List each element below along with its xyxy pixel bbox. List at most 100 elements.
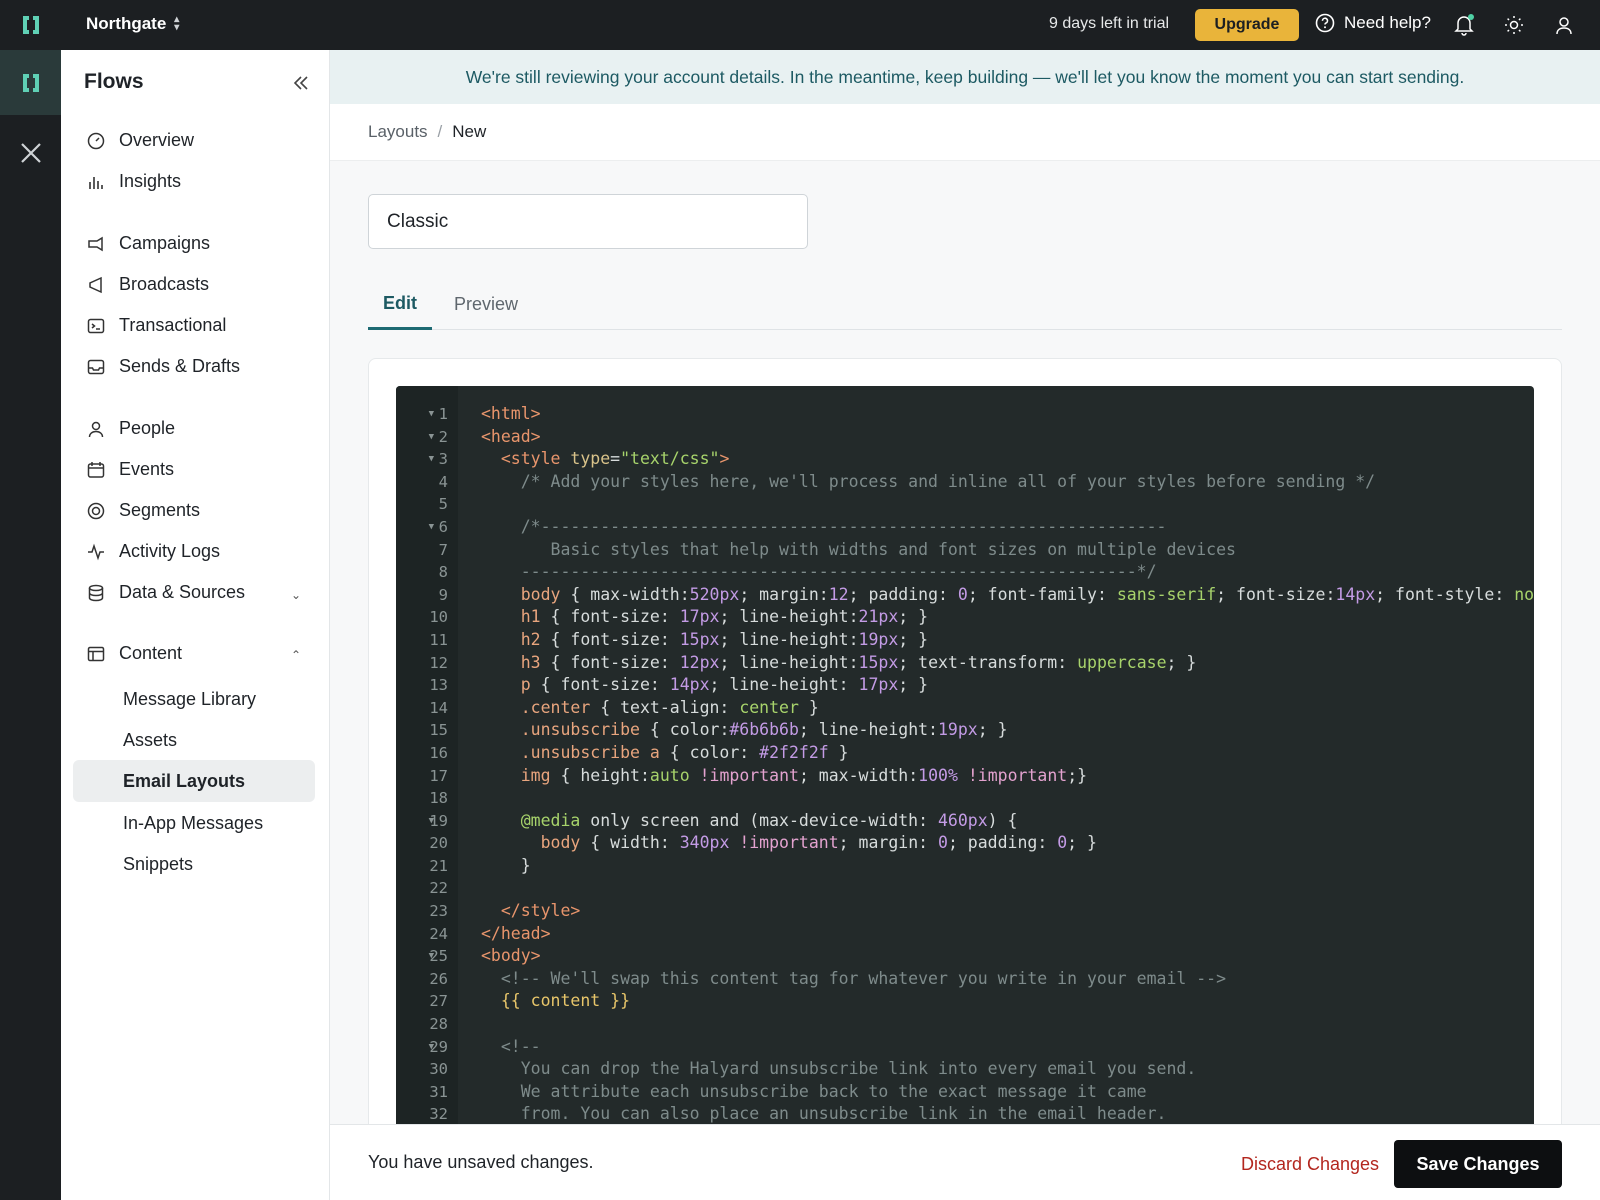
code-text: ----------------------------------------…	[481, 561, 1157, 584]
code-token: </style>	[500, 901, 581, 921]
code-line: 20 body { width: 340px !important; margi…	[396, 832, 1534, 855]
code-token: ; font-style:	[1375, 584, 1515, 604]
upgrade-button[interactable]: Upgrade	[1195, 9, 1299, 41]
layout-name-input[interactable]	[368, 194, 808, 249]
chevron-up-icon[interactable]: ⌃	[291, 648, 301, 662]
code-token: /*--------------------------------------…	[520, 516, 1167, 536]
app-logo[interactable]	[0, 0, 61, 50]
sidebar-item-segments[interactable]: Segments	[87, 500, 200, 521]
code-token: 17px	[858, 675, 899, 695]
line-number: 5	[438, 495, 448, 514]
line-number: 15	[429, 721, 448, 740]
sidebar-item-content[interactable]: Content	[87, 643, 182, 664]
code-token: .center	[520, 697, 591, 717]
sidebar-subitem-in-app-messages[interactable]: In-App Messages	[73, 802, 315, 844]
trial-status: 9 days left in trial	[1049, 15, 1170, 32]
code-token: #6b6b6b	[729, 720, 799, 740]
code-editor[interactable]: ▼ 1 <html> ▼ 2 <head> ▼ 3 <style type="text/css…	[396, 386, 1534, 1200]
sidebar-item-label: Sends & Drafts	[119, 356, 241, 376]
sidebar-subitem-snippets[interactable]: Snippets	[73, 843, 315, 885]
top-bar: Northgate ▴ ▾ 9 days left in trial Upgrad…	[0, 0, 1600, 50]
code-token: ; }	[898, 675, 929, 695]
code-token: only screen and (max-device-width:	[580, 810, 938, 830]
code-text: <style type="text/css">	[481, 448, 730, 471]
code-token: <!--	[500, 1036, 541, 1056]
code-line: 5	[396, 493, 1534, 516]
sidebar-item-data-sources[interactable]: Data & Sources	[87, 582, 245, 603]
sidebar-item-sends-drafts[interactable]: Sends & Drafts	[87, 356, 240, 377]
sidebar-item-overview[interactable]: Overview	[87, 130, 194, 151]
sidebar-subitem-message-library[interactable]: Message Library	[73, 678, 315, 720]
code-token: .unsubscribe	[520, 720, 640, 740]
sidebar-item-activity-logs[interactable]: Activity Logs	[87, 541, 220, 562]
overview-icon	[87, 132, 105, 150]
code-line: 14 .center { text-align: center }	[396, 697, 1534, 720]
line-number: 25	[429, 947, 448, 966]
sidebar-item-campaigns[interactable]: Campaigns	[87, 233, 210, 254]
sidebar-item-transactional[interactable]: Transactional	[87, 315, 226, 336]
code-token: !important	[699, 765, 799, 785]
notifications-button[interactable]	[1452, 13, 1476, 37]
save-changes-button[interactable]: Save Changes	[1394, 1140, 1562, 1188]
code-text: .unsubscribe { color:#6b6b6b; line-heigh…	[481, 719, 1008, 742]
code-token: 520px	[689, 584, 740, 604]
code-token: ) {	[987, 810, 1018, 830]
code-text: h2 { font-size: 15px; line-height:19px; …	[481, 629, 928, 652]
bell-icon	[1454, 14, 1474, 36]
sidebar-item-broadcasts[interactable]: Broadcasts	[87, 274, 209, 295]
workspace-switcher[interactable]: Northgate ▴ ▾	[86, 14, 179, 34]
code-line: 28	[396, 1013, 1534, 1036]
code-text: <!--	[481, 1036, 541, 1059]
code-token: 0	[938, 833, 948, 853]
line-number: 10	[429, 608, 448, 627]
code-line: 12 h3 { font-size: 12px; line-height:15p…	[396, 652, 1534, 675]
editor-tabs: Edit Preview	[368, 279, 1562, 330]
sidebar-subitem-email-layouts[interactable]: Email Layouts	[73, 760, 315, 802]
code-line: 8 --------------------------------------…	[396, 561, 1534, 584]
sidebar-item-people[interactable]: People	[87, 418, 175, 439]
sidebar-item-insights[interactable]: Insights	[87, 171, 181, 192]
flows-logo-icon	[22, 73, 39, 92]
sidebar-subitem-assets[interactable]: Assets	[73, 719, 315, 761]
code-line: 30 You can drop the Halyard unsubscribe …	[396, 1058, 1534, 1081]
code-lines: ▼ 1 <html> ▼ 2 <head> ▼ 3 <style type="text/css…	[396, 403, 1534, 1126]
code-token: }	[798, 697, 819, 717]
code-text: .center { text-align: center }	[481, 697, 819, 720]
user-icon	[1556, 17, 1572, 35]
sidebar-item-label: Insights	[119, 171, 182, 191]
code-token: { font-size:	[530, 675, 670, 695]
help-link[interactable]: Need help?	[1315, 13, 1431, 33]
account-button[interactable]	[1552, 13, 1576, 37]
collapse-sidebar-button[interactable]	[288, 70, 314, 96]
code-token: ; margin:	[838, 833, 938, 853]
code-token: We attribute each unsubscribe back to th…	[520, 1081, 1147, 1101]
code-line: 21 }	[396, 855, 1534, 878]
code-token: { height:	[550, 765, 650, 785]
chart-icon	[87, 173, 105, 191]
chevron-down-icon[interactable]: ⌄	[291, 588, 301, 602]
breadcrumb-layouts-link[interactable]: Layouts	[368, 122, 428, 142]
code-token: { color:	[659, 742, 760, 762]
code-token: !important	[967, 765, 1068, 785]
close-nav-button[interactable]	[18, 140, 44, 166]
line-number: 2	[438, 427, 448, 446]
line-number: 27	[429, 992, 448, 1011]
code-token: ; font-size:	[1216, 584, 1336, 604]
tab-preview[interactable]: Preview	[439, 279, 533, 330]
theme-toggle-button[interactable]	[1502, 13, 1526, 37]
breadcrumb-separator: /	[437, 122, 443, 141]
code-token: 14px	[1335, 584, 1376, 604]
sidebar-item-events[interactable]: Events	[87, 459, 174, 480]
tab-edit[interactable]: Edit	[368, 279, 432, 330]
rail-flows-button[interactable]	[0, 50, 61, 115]
code-token: ;}	[1067, 765, 1088, 785]
discard-changes-button[interactable]: Discard Changes	[1225, 1140, 1395, 1188]
code-token: ; text-transform:	[898, 652, 1078, 672]
